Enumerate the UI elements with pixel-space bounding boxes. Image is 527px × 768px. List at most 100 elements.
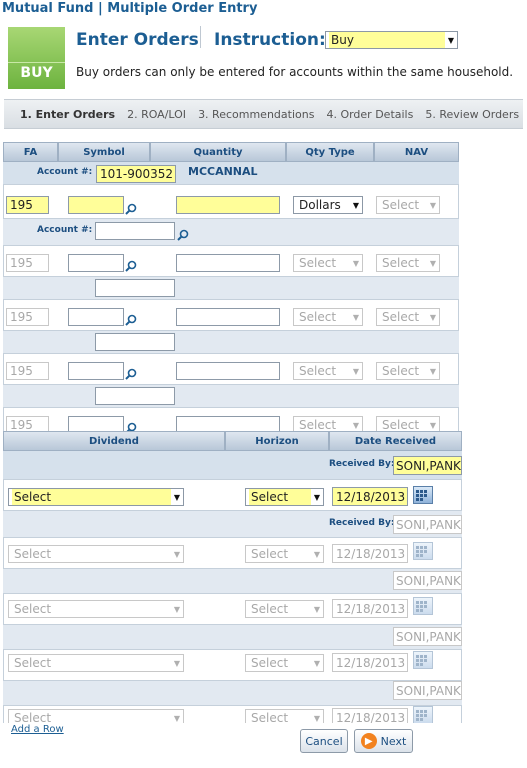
chevron-down-icon: ▼ (173, 658, 180, 668)
symbol-field[interactable] (68, 362, 124, 380)
calendar-icon[interactable] (413, 486, 433, 504)
account-label: Account #: (37, 225, 93, 235)
instruction-select[interactable]: Buy ▼ (325, 31, 458, 49)
calendar-icon[interactable] (413, 651, 433, 669)
account-number-field[interactable]: 101-900352 (96, 165, 176, 183)
symbol-field[interactable] (68, 416, 124, 432)
date-received-field[interactable]: 12/18/2013 (332, 487, 408, 506)
qty-type-value: Select (299, 256, 337, 270)
nav-select[interactable]: Select ▼ (376, 362, 440, 380)
date-received-field[interactable]: 12/18/2013 (332, 653, 408, 672)
magnifier-icon[interactable] (125, 314, 137, 326)
chevron-down-icon: ▼ (352, 200, 359, 210)
qty-type-select[interactable]: Select ▼ (293, 254, 363, 272)
qty-type-select[interactable]: Dollars ▼ (293, 196, 363, 214)
chevron-down-icon: ▼ (352, 258, 359, 268)
chevron-down-icon: ▼ (173, 549, 180, 559)
add-row-link[interactable]: Add a Row (11, 724, 64, 735)
chevron-down-icon: ▼ (173, 713, 180, 723)
horizon-value: Select (249, 489, 311, 505)
horizon-select[interactable]: Select ▼ (245, 709, 324, 723)
dividend-select[interactable]: Select ▼ (8, 654, 184, 672)
horizon-value: Select (251, 602, 289, 616)
chevron-down-icon: ▼ (352, 420, 359, 430)
dividend-value: Select (12, 489, 171, 505)
step-recommendations[interactable]: 3. Recommendations (198, 108, 314, 121)
account-band (3, 277, 459, 299)
nav-select[interactable]: Select ▼ (376, 254, 440, 272)
date-received-field[interactable]: 12/18/2013 (332, 599, 408, 618)
qty-type-value: Select (299, 310, 337, 324)
dividend-select[interactable]: Select ▼ (8, 545, 184, 563)
nav-select[interactable]: Select ▼ (376, 196, 440, 214)
received-by-field[interactable]: SONI,PANK (393, 627, 462, 646)
qty-type-value: Dollars (299, 198, 341, 212)
horizon-select[interactable]: Select ▼ (245, 488, 324, 506)
header-divider (200, 26, 201, 48)
fa-field[interactable]: 195 (6, 362, 49, 380)
fa-field[interactable]: 195 (6, 254, 49, 272)
dividend-select[interactable]: Select ▼ (8, 709, 184, 723)
date-received-field[interactable]: 12/18/2013 (332, 544, 408, 563)
col-header-horizon: Horizon (225, 431, 329, 451)
qty-type-select[interactable]: Select ▼ (293, 308, 363, 326)
chevron-down-icon: ▼ (429, 312, 436, 322)
quantity-field[interactable] (176, 196, 280, 214)
chevron-down-icon: ▼ (352, 312, 359, 322)
magnifier-icon[interactable] (125, 203, 137, 215)
qty-type-select[interactable]: Select ▼ (293, 362, 363, 380)
magnifier-icon[interactable] (125, 368, 137, 380)
horizon-value: Select (251, 656, 289, 670)
enter-orders-heading: Enter Orders (76, 30, 199, 50)
fa-field[interactable]: 195 (6, 308, 49, 326)
household-note: Buy orders can only be entered for accou… (76, 65, 514, 79)
received-by-field[interactable]: SONI,PANK (393, 456, 462, 475)
symbol-field[interactable] (68, 308, 124, 326)
calendar-icon[interactable] (413, 542, 433, 560)
dividend-select[interactable]: Select ▼ (8, 488, 184, 506)
dividend-value: Select (14, 656, 52, 670)
quantity-field[interactable] (176, 254, 280, 272)
col-header-symbol: Symbol (58, 142, 150, 162)
date-received-field[interactable]: 12/18/2013 (332, 708, 408, 723)
account-number-field[interactable] (95, 333, 175, 351)
magnifier-icon[interactable] (177, 229, 189, 241)
calendar-icon[interactable] (413, 597, 433, 615)
fa-field[interactable]: 195 (6, 196, 49, 214)
dividend-select[interactable]: Select ▼ (8, 600, 184, 618)
horizon-select[interactable]: Select ▼ (245, 545, 324, 563)
nav-value: Select (382, 364, 420, 378)
cancel-button[interactable]: Cancel (300, 729, 348, 753)
step-review-orders[interactable]: 5. Review Orders (425, 108, 519, 121)
step-roa-loi[interactable]: 2. ROA/LOI (127, 108, 186, 121)
qty-type-value: Select (299, 418, 337, 432)
dividend-value: Select (14, 547, 52, 561)
col-header-dividend: Dividend (3, 431, 225, 451)
account-number-field[interactable] (95, 222, 175, 240)
horizon-select[interactable]: Select ▼ (245, 600, 324, 618)
step-order-details[interactable]: 4. Order Details (326, 108, 413, 121)
chevron-down-icon: ▼ (429, 200, 436, 210)
horizon-select[interactable]: Select ▼ (245, 654, 324, 672)
account-number-field[interactable] (95, 387, 175, 405)
col-header-nav: NAV (374, 142, 459, 162)
symbol-field[interactable] (68, 196, 124, 214)
instruction-select-value: Buy (329, 32, 445, 48)
nav-select[interactable]: Select ▼ (376, 416, 440, 432)
buy-badge-label: BUY (8, 62, 65, 81)
qty-type-select[interactable]: Select ▼ (293, 416, 363, 432)
calendar-icon[interactable] (413, 706, 433, 723)
magnifier-icon[interactable] (125, 260, 137, 272)
quantity-field[interactable] (176, 362, 280, 380)
account-number-field[interactable] (95, 279, 175, 297)
account-name: MCCANNAL (188, 165, 258, 178)
nav-select[interactable]: Select ▼ (376, 308, 440, 326)
symbol-field[interactable] (68, 254, 124, 272)
received-by-field[interactable]: SONI,PANK (393, 515, 462, 534)
received-by-field[interactable]: SONI,PANK (393, 681, 462, 700)
fa-field[interactable]: 195 (6, 416, 49, 432)
quantity-field[interactable] (176, 308, 280, 326)
quantity-field[interactable] (176, 416, 280, 432)
received-by-field[interactable]: SONI,PANK (393, 571, 462, 590)
next-button[interactable]: ▶ Next (354, 729, 413, 753)
